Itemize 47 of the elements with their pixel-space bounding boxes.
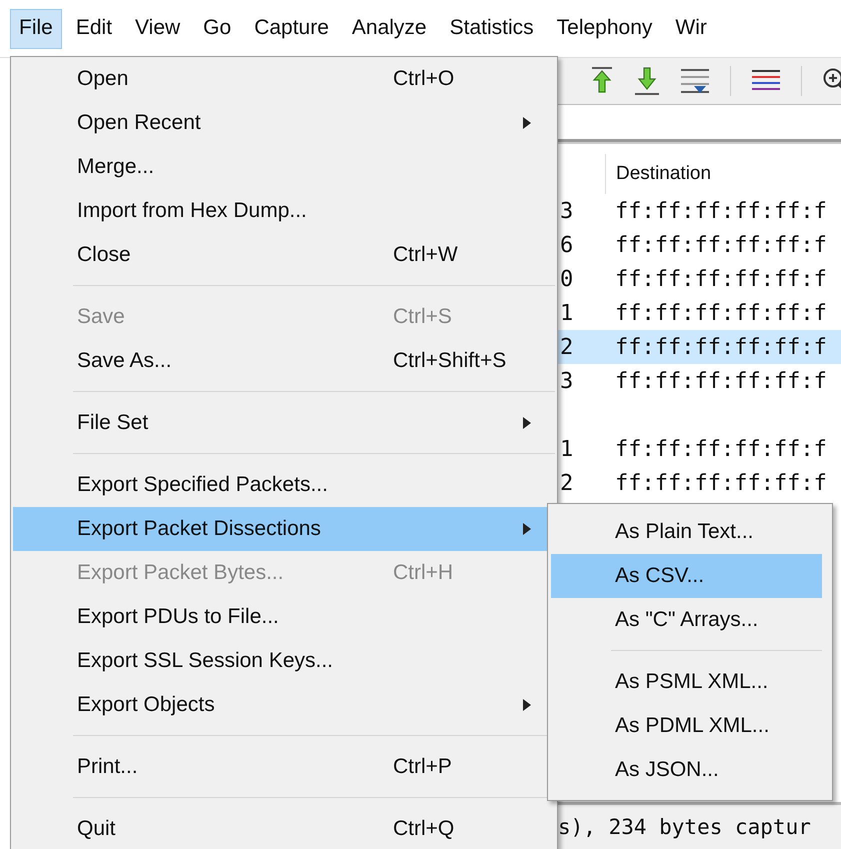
table-cell: 0 [560,266,574,292]
selected-packet-row[interactable]: 2 ff:ff:ff:ff:ff:f [558,330,841,364]
menu-bar-item[interactable]: Edit [66,8,122,48]
menu-bar-item[interactable]: Capture [245,8,338,48]
table-cell: ff:ff:ff:ff:ff:f [615,232,827,258]
menu-item[interactable]: Import from Hex Dump... [13,189,555,233]
menu-bar-item[interactable]: File [10,8,62,48]
menu-bar-item[interactable]: Statistics [440,8,543,48]
menu-bar-item[interactable]: Go [194,8,240,48]
menu-item[interactable]: File Set [13,401,555,445]
table-cell: ff:ff:ff:ff:ff:f [615,198,827,224]
table-cell: ff:ff:ff:ff:ff:f [615,436,827,462]
menu-item[interactable]: Export Specified Packets... [13,463,555,507]
menu-bar-item[interactable]: Wir [666,8,716,48]
table-cell: ff:ff:ff:ff:ff:f [615,368,827,394]
menu-item[interactable]: Merge... [13,145,555,189]
table-cell: 2 [560,334,574,360]
menu-item[interactable]: Open Ctrl+O [13,57,555,101]
submenu-arrow-icon [523,699,531,711]
table-cell: 1 [560,300,574,326]
table-cell: ff:ff:ff:ff:ff:f [615,266,827,292]
menu-bar-item[interactable]: Analyze [342,8,436,48]
table-cell: ff:ff:ff:ff:ff:f [615,300,827,326]
filter-field[interactable] [558,105,841,142]
submenu-arrow-icon [523,523,531,535]
table-cell: 1 [560,436,574,462]
table-cell: ff:ff:ff:ff:ff:f [615,334,827,360]
list-down-icon[interactable] [680,66,710,96]
status-text: s), 234 bytes captur [558,815,811,839]
menu-item[interactable]: Quit Ctrl+Q [13,807,555,849]
table-cell: 3 [560,198,574,224]
menu-item[interactable]: As CSV... [551,554,822,598]
menu-item[interactable]: As JSON... [551,748,822,792]
menu-bar-item[interactable]: Telephony [548,8,662,48]
menu-bar-item[interactable]: View [126,8,190,48]
menu-item[interactable]: Save As... Ctrl+Shift+S [13,339,555,383]
submenu-arrow-icon [523,117,531,129]
table-cell: 6 [560,232,574,258]
table-cell: 3 [560,368,574,394]
menu-item[interactable]: Open Recent [13,101,555,145]
table-cell: 2 [560,470,574,496]
menu-item[interactable]: As "C" Arrays... [551,598,822,642]
table-cell: ff:ff:ff:ff:ff:f [615,470,827,496]
arrow-down-icon[interactable] [634,66,660,96]
submenu-arrow-icon [523,417,531,429]
menu-item[interactable]: Close Ctrl+W [13,233,555,277]
column-header[interactable]: Destination [606,163,712,185]
